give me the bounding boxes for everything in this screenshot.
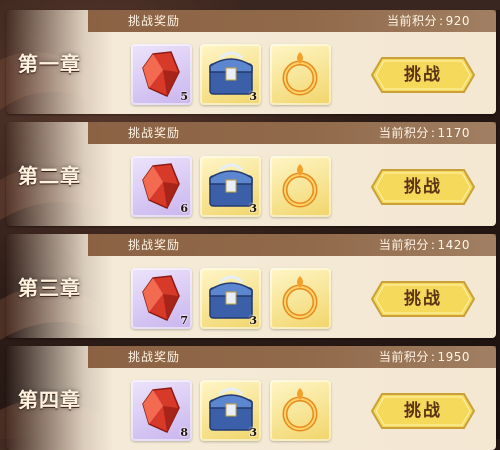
reward-item-chest[interactable]: 3 <box>200 44 261 105</box>
golden-ring-icon <box>282 52 318 96</box>
reward-header-label: 挑战奖励 <box>128 14 181 28</box>
reward-item-crystal[interactable]: 7 <box>131 268 192 329</box>
chapter-title: 第一章 <box>18 52 81 76</box>
reward-item-crystal[interactable]: 5 <box>131 44 192 105</box>
score-display: 当前积分:1420 <box>379 236 470 253</box>
score-label: 当前积分 <box>378 126 429 140</box>
score-separator: : <box>430 350 436 364</box>
item-count: 3 <box>249 90 257 103</box>
reward-header: 挑战奖励 当前积分:1950 <box>88 346 496 368</box>
score-display: 当前积分:1170 <box>379 124 470 141</box>
chapter-row: 挑战奖励 当前积分:920 第一章 5 3 挑战 <box>0 10 500 114</box>
reward-item-ring[interactable] <box>270 156 331 217</box>
golden-ring-icon <box>282 276 318 320</box>
item-count: 8 <box>180 426 188 439</box>
challenge-button-label: 挑战 <box>404 401 442 421</box>
score-value: 1170 <box>437 126 470 140</box>
challenge-button-label: 挑战 <box>404 177 442 197</box>
item-count: 3 <box>249 314 257 327</box>
challenge-button[interactable]: 挑战 <box>370 56 476 94</box>
reward-item-chest[interactable]: 3 <box>200 156 261 217</box>
reward-header: 挑战奖励 当前积分:1420 <box>88 234 496 256</box>
chapter-title: 第二章 <box>18 164 81 188</box>
item-count: 6 <box>180 202 188 215</box>
challenge-button-label: 挑战 <box>404 289 442 309</box>
chapter-row: 挑战奖励 当前积分:1170 第二章 6 3 挑战 <box>0 122 500 226</box>
reward-item-crystal[interactable]: 6 <box>131 156 192 217</box>
score-value: 1420 <box>437 238 470 252</box>
item-count: 3 <box>249 202 257 215</box>
item-count: 5 <box>180 90 188 103</box>
score-separator: : <box>430 238 436 252</box>
reward-header-label: 挑战奖励 <box>128 126 181 140</box>
score-separator: : <box>439 14 444 28</box>
item-count: 3 <box>249 426 257 439</box>
score-separator: : <box>430 126 436 140</box>
score-label: 当前积分 <box>378 238 429 252</box>
reward-header: 挑战奖励 当前积分:920 <box>88 10 496 32</box>
challenge-button[interactable]: 挑战 <box>370 280 476 318</box>
challenge-button[interactable]: 挑战 <box>370 392 476 430</box>
score-label: 当前积分 <box>387 14 438 28</box>
reward-item-ring[interactable] <box>270 268 331 329</box>
chapter-row: 挑战奖励 当前积分:1950 第四章 8 3 挑战 <box>0 346 500 450</box>
challenge-button[interactable]: 挑战 <box>370 168 476 206</box>
reward-header-label: 挑战奖励 <box>128 238 181 252</box>
chapter-title: 第四章 <box>18 388 81 412</box>
chapter-row: 挑战奖励 当前积分:1420 第三章 7 3 挑战 <box>0 234 500 338</box>
score-display: 当前积分:1950 <box>379 348 470 365</box>
score-display: 当前积分:920 <box>387 12 470 29</box>
reward-item-crystal[interactable]: 8 <box>131 380 192 441</box>
reward-item-chest[interactable]: 3 <box>200 268 261 329</box>
score-label: 当前积分 <box>378 350 429 364</box>
item-count: 7 <box>180 314 188 327</box>
score-value: 1950 <box>437 350 470 364</box>
golden-ring-icon <box>282 164 318 208</box>
reward-item-ring[interactable] <box>270 380 331 441</box>
score-value: 920 <box>445 14 470 28</box>
reward-header: 挑战奖励 当前积分:1170 <box>88 122 496 144</box>
reward-item-chest[interactable]: 3 <box>200 380 261 441</box>
golden-ring-icon <box>282 388 318 432</box>
reward-item-ring[interactable] <box>270 44 331 105</box>
challenge-button-label: 挑战 <box>404 65 442 85</box>
chapter-title: 第三章 <box>18 276 81 300</box>
reward-header-label: 挑战奖励 <box>128 350 181 364</box>
